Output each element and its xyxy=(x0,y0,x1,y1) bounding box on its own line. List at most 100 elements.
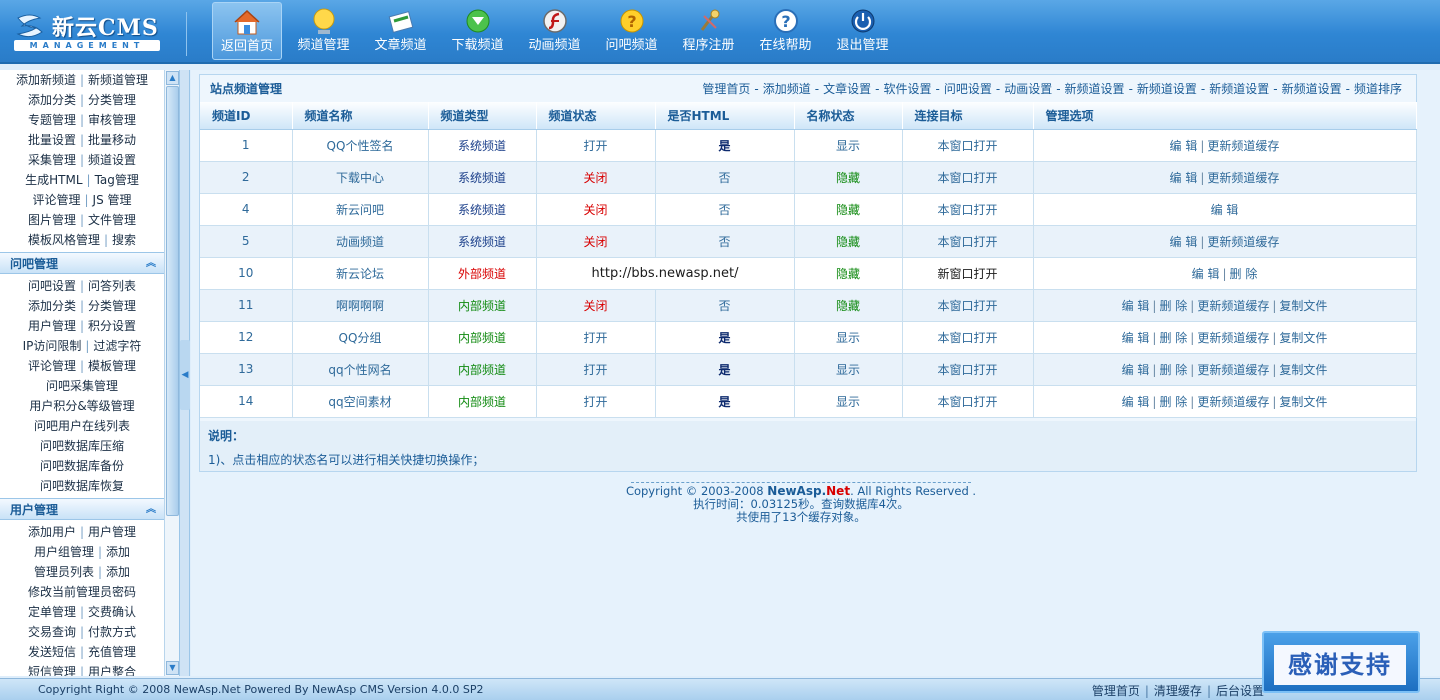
sidebar-link[interactable]: 用户管理 xyxy=(88,525,136,539)
sidebar-link[interactable]: 充值管理 xyxy=(88,645,136,659)
cell-channel-status[interactable]: 打开 xyxy=(536,321,656,354)
sidebar-group-wenba[interactable]: 问吧管理 ︽ xyxy=(0,252,164,274)
cell-channel-status[interactable]: 关闭 xyxy=(536,161,656,194)
sidebar-link[interactable]: 问答列表 xyxy=(88,279,136,293)
sidebar-link[interactable]: 采集管理 xyxy=(28,153,76,167)
cell-channel-name[interactable]: qq个性网名 xyxy=(292,353,429,386)
cell-link-target[interactable]: 本窗口打开 xyxy=(902,129,1034,162)
panel-link[interactable]: 新频道设置 xyxy=(1282,82,1342,96)
action-link[interactable]: 复制文件 xyxy=(1279,395,1327,409)
nav-item-6[interactable]: ? 问吧频道 xyxy=(593,2,670,60)
sidebar-link[interactable]: 图片管理 xyxy=(28,213,76,227)
sidebar-link[interactable]: 添加 xyxy=(106,545,130,559)
scroll-down-icon[interactable]: ▼ xyxy=(166,661,179,675)
panel-link[interactable]: 动画设置 xyxy=(1004,82,1052,96)
sidebar-link[interactable]: 搜索 xyxy=(112,233,136,247)
cell-channel-name[interactable]: qq空间素材 xyxy=(292,385,429,418)
sidebar-link[interactable]: 交易查询 xyxy=(28,625,76,639)
sidebar-link[interactable]: 积分设置 xyxy=(88,319,136,333)
cell-channel-status[interactable]: 关闭 xyxy=(536,225,656,258)
cell-name-status[interactable]: 隐藏 xyxy=(794,257,903,290)
nav-item-1[interactable]: 返回首页 xyxy=(212,2,282,60)
action-link[interactable]: 编 辑 xyxy=(1170,139,1198,153)
cell-name-status[interactable]: 显示 xyxy=(794,353,903,386)
nav-item-4[interactable]: 下载频道 xyxy=(439,2,516,60)
cell-channel-name[interactable]: 新云问吧 xyxy=(292,193,429,226)
action-link[interactable]: 编 辑 xyxy=(1170,235,1198,249)
status-link[interactable]: 后台设置 xyxy=(1216,684,1264,698)
sidebar-link[interactable]: 评论管理 xyxy=(28,359,76,373)
action-link[interactable]: 更新频道缓存 xyxy=(1207,171,1279,185)
sidebar-link[interactable]: 用户管理 xyxy=(28,319,76,333)
collapse-left-icon[interactable]: ◀ xyxy=(180,340,190,410)
scroll-thumb[interactable] xyxy=(166,86,179,516)
action-link[interactable]: 编 辑 xyxy=(1122,331,1150,345)
sidebar-link[interactable]: 用户组管理 xyxy=(34,545,94,559)
sidebar-link[interactable]: IP访问限制 xyxy=(23,339,82,353)
sidebar-link[interactable]: 问吧设置 xyxy=(28,279,76,293)
sidebar-link[interactable]: 审核管理 xyxy=(88,113,136,127)
sidebar-link[interactable]: 付款方式 xyxy=(88,625,136,639)
sidebar-link[interactable]: 评论管理 xyxy=(32,193,80,207)
collapse-up-icon[interactable]: ︽ xyxy=(146,253,156,275)
sidebar-link[interactable]: 分类管理 xyxy=(88,299,136,313)
panel-link[interactable]: 添加频道 xyxy=(763,82,811,96)
cell-channel-status[interactable]: 打开 xyxy=(536,385,656,418)
sidebar-link[interactable]: 发送短信 xyxy=(28,645,76,659)
sidebar-link[interactable]: 分类管理 xyxy=(88,93,136,107)
action-link[interactable]: 删 除 xyxy=(1159,331,1187,345)
sidebar-link[interactable]: 添加新频道 xyxy=(16,73,76,87)
cell-link-target[interactable]: 本窗口打开 xyxy=(902,225,1034,258)
cell-channel-status[interactable]: 打开 xyxy=(536,129,656,162)
cell-link-target[interactable]: 新窗口打开 xyxy=(902,257,1034,290)
nav-item-7[interactable]: 程序注册 xyxy=(670,2,747,60)
sidebar-link[interactable]: 问吧数据库恢复 xyxy=(40,479,124,493)
cell-channel-name[interactable]: QQ分组 xyxy=(292,321,429,354)
panel-link[interactable]: 软件设置 xyxy=(883,82,931,96)
nav-item-2[interactable]: 频道管理 xyxy=(285,2,362,60)
cell-link-target[interactable]: 本窗口打开 xyxy=(902,161,1034,194)
action-link[interactable]: 删 除 xyxy=(1159,363,1187,377)
action-link[interactable]: 删 除 xyxy=(1159,299,1187,313)
sidebar-link[interactable]: Tag管理 xyxy=(95,173,139,187)
nav-item-9[interactable]: 退出管理 xyxy=(824,2,901,60)
sidebar-link[interactable]: 频道设置 xyxy=(88,153,136,167)
cell-name-status[interactable]: 隐藏 xyxy=(794,225,903,258)
sidebar-group-users[interactable]: 用户管理 ︽ xyxy=(0,498,164,520)
sidebar-link[interactable]: 问吧用户在线列表 xyxy=(34,419,130,433)
action-link[interactable]: 编 辑 xyxy=(1122,363,1150,377)
cell-is-html[interactable]: 是 xyxy=(655,353,795,386)
sidebar-link[interactable]: 新频道管理 xyxy=(88,73,148,87)
sidebar-link[interactable]: 添加分类 xyxy=(28,93,76,107)
action-link[interactable]: 复制文件 xyxy=(1279,331,1327,345)
sidebar-link[interactable]: 修改当前管理员密码 xyxy=(28,585,136,599)
status-link[interactable]: 清理缓存 xyxy=(1154,684,1202,698)
cell-name-status[interactable]: 显示 xyxy=(794,129,903,162)
action-link[interactable]: 编 辑 xyxy=(1122,299,1150,313)
sidebar-link[interactable]: 模板管理 xyxy=(88,359,136,373)
action-link[interactable]: 删 除 xyxy=(1230,267,1258,281)
action-link[interactable]: 删 除 xyxy=(1159,395,1187,409)
cell-channel-name[interactable]: QQ个性签名 xyxy=(292,129,429,162)
cell-link-target[interactable]: 本窗口打开 xyxy=(902,353,1034,386)
thanks-badge[interactable]: 感谢支持 xyxy=(1262,631,1420,693)
cell-is-html[interactable]: 是 xyxy=(655,321,795,354)
status-link[interactable]: 管理首页 xyxy=(1092,684,1140,698)
cell-link-target[interactable]: 本窗口打开 xyxy=(902,193,1034,226)
collapse-up-icon[interactable]: ︽ xyxy=(146,499,156,521)
action-link[interactable]: 更新频道缓存 xyxy=(1197,363,1269,377)
sidebar-link[interactable]: 添加分类 xyxy=(28,299,76,313)
cell-channel-status[interactable]: 关闭 xyxy=(536,193,656,226)
action-link[interactable]: 更新频道缓存 xyxy=(1207,235,1279,249)
nav-item-8[interactable]: ? 在线帮助 xyxy=(747,2,824,60)
sidebar-link[interactable]: 问吧采集管理 xyxy=(46,379,118,393)
sidebar-link[interactable]: 批量移动 xyxy=(88,133,136,147)
panel-link[interactable]: 问吧设置 xyxy=(944,82,992,96)
sidebar-link[interactable]: 过滤字符 xyxy=(93,339,141,353)
sidebar-link[interactable]: 批量设置 xyxy=(28,133,76,147)
cell-name-status[interactable]: 隐藏 xyxy=(794,289,903,322)
sidebar-link[interactable]: 用户整合 xyxy=(88,665,136,676)
action-link[interactable]: 编 辑 xyxy=(1170,171,1198,185)
sidebar-link[interactable]: 用户积分&等级管理 xyxy=(29,399,134,413)
cell-name-status[interactable]: 隐藏 xyxy=(794,161,903,194)
